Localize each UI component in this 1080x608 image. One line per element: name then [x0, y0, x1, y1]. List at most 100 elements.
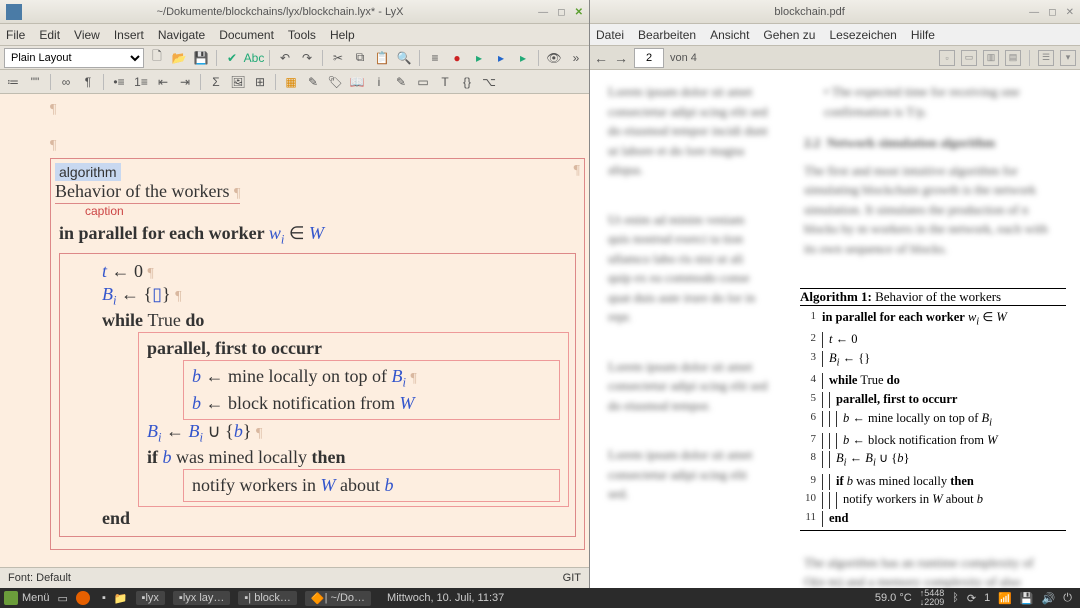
enum-icon[interactable]: 1≡ [132, 73, 150, 91]
menu-edit[interactable]: Edit [39, 28, 60, 42]
tb-app-do[interactable]: 🔶 | ~/Do… [305, 591, 371, 606]
pdf-page[interactable]: Lorem ipsum dolor sit amet consectetur a… [590, 70, 1080, 588]
cite-icon[interactable]: 📖 [348, 73, 366, 91]
bluetooth-icon[interactable]: ᛒ [952, 592, 959, 604]
updates-icon[interactable]: ⟳ [967, 592, 976, 605]
menu-navigate[interactable]: Navigate [158, 28, 205, 42]
tool-icon[interactable]: ▸ [470, 49, 488, 67]
tb-files[interactable]: 📁 [114, 592, 128, 605]
menu-hilfe[interactable]: Hilfe [911, 28, 935, 42]
dual-icon[interactable]: ▥ [983, 50, 999, 66]
float-icon[interactable]: ▭ [414, 73, 432, 91]
table-icon[interactable]: ⊞ [251, 73, 269, 91]
menu-datei[interactable]: Datei [596, 28, 624, 42]
list-icon[interactable]: ≔ [4, 73, 22, 91]
tool2-icon[interactable]: ▸ [492, 49, 510, 67]
tool3-icon[interactable]: ▸ [514, 49, 532, 67]
show-desktop-icon[interactable]: ▭ [58, 592, 68, 605]
spellcheck-icon[interactable]: ✔ [223, 49, 241, 67]
alg-line-2[interactable]: t ← 0 ¶ [102, 260, 569, 283]
bold-icon[interactable]: ● [448, 49, 466, 67]
menu-expand-icon[interactable]: ▾ [1060, 50, 1076, 66]
tb-app-lyx[interactable]: ▪ lyx [136, 591, 165, 605]
link-icon[interactable]: ∞ [57, 73, 75, 91]
alg-line-5[interactable]: parallel, first to occurr [147, 337, 560, 360]
alg-line-7[interactable]: b ← block notification from W [192, 392, 551, 415]
quote-icon[interactable]: "" [26, 73, 44, 91]
minimize-icon[interactable]: — [538, 7, 548, 18]
menu-bearbeiten[interactable]: Bearbeiten [638, 28, 696, 42]
menu-tools[interactable]: Tools [288, 28, 316, 42]
find-icon[interactable]: 🔍 [395, 49, 413, 67]
alg-line-11[interactable]: end [102, 507, 569, 530]
ref-icon[interactable]: ¶ [79, 73, 97, 91]
prev-page-icon[interactable]: ← [594, 50, 608, 66]
tb-app-lyx-lay[interactable]: ▪ lyx lay… [173, 591, 230, 605]
network-icon[interactable]: 📶 [998, 592, 1012, 605]
start-menu[interactable]: Menü [4, 591, 50, 605]
preview-icon[interactable]: 👁 [545, 49, 563, 67]
highlight-icon[interactable]: ✎ [304, 73, 322, 91]
menu-ansicht[interactable]: Ansicht [710, 28, 749, 42]
branch-icon[interactable]: ⌥ [480, 73, 498, 91]
img-icon[interactable]: 🖼 [229, 73, 247, 91]
more-icon[interactable]: » [567, 49, 585, 67]
redo-icon[interactable]: ↷ [298, 49, 316, 67]
math-icon[interactable]: Σ [207, 73, 225, 91]
ert-icon[interactable]: {} [458, 73, 476, 91]
menu-insert[interactable]: Insert [114, 28, 144, 42]
alg-line-3[interactable]: Bi ← {▯} ¶ [102, 283, 569, 310]
spellcheck2-icon[interactable]: Abc [245, 49, 263, 67]
maximize-icon[interactable]: ◻ [1048, 7, 1056, 18]
new-icon[interactable]: 🗋 [148, 49, 166, 67]
menu-gehenzu[interactable]: Gehen zu [763, 28, 815, 42]
layout-select[interactable]: Plain Layout [4, 48, 144, 68]
indent-left-icon[interactable]: ⇤ [154, 73, 172, 91]
index-icon[interactable]: i [370, 73, 388, 91]
menu-help[interactable]: Help [330, 28, 355, 42]
tb-firefox[interactable] [76, 591, 94, 605]
continuous-icon[interactable]: ▤ [1005, 50, 1021, 66]
bullets-icon[interactable]: •≡ [110, 73, 128, 91]
tb-clock[interactable]: Mittwoch, 10. Juli, 11:37 [387, 592, 504, 604]
copy-icon[interactable]: ⧉ [351, 49, 369, 67]
cut-icon[interactable]: ✂ [329, 49, 347, 67]
alg-line-4[interactable]: while True do [102, 309, 569, 332]
undo-icon[interactable]: ↶ [276, 49, 294, 67]
menu-lesezeichen[interactable]: Lesezeichen [829, 28, 896, 42]
fit-width-icon[interactable]: ▭ [961, 50, 977, 66]
volume-icon[interactable]: 🔊 [1042, 592, 1056, 605]
minimize-icon[interactable]: — [1029, 7, 1039, 18]
nav-icon[interactable]: ≡ [426, 49, 444, 67]
paste-icon[interactable]: 📋 [373, 49, 391, 67]
indent-right-icon[interactable]: ⇥ [176, 73, 194, 91]
alg-line-9[interactable]: if b was mined locally then [147, 446, 560, 469]
tex-icon[interactable]: T [436, 73, 454, 91]
float-label[interactable]: algorithm [55, 163, 121, 181]
alg-line-8[interactable]: Bi ← Bi ∪ {b} ¶ [147, 420, 560, 447]
alg-line-1[interactable]: in parallel for each worker wi ∈ W [59, 222, 576, 249]
note-icon[interactable]: ✎ [392, 73, 410, 91]
maximize-icon[interactable]: ◻ [557, 7, 565, 18]
save-icon[interactable]: 💾 [192, 49, 210, 67]
tb-terminal[interactable]: ▪ [102, 592, 106, 604]
fit-icon[interactable]: ▫ [939, 50, 955, 66]
next-page-icon[interactable]: → [614, 50, 628, 66]
box-icon[interactable]: ▦ [282, 73, 300, 91]
alg-line-10[interactable]: notify workers in W about b [192, 474, 551, 497]
alg-line-6[interactable]: b ← mine locally on top of Bi ¶ [192, 365, 551, 392]
sidebar-icon[interactable]: ☰ [1038, 50, 1054, 66]
power-icon[interactable]: ⏻ [1063, 592, 1072, 605]
algorithm-float[interactable]: algorithm ¶ Behavior of the workers ¶ ca… [50, 158, 585, 550]
open-icon[interactable]: 📂 [170, 49, 188, 67]
menu-document[interactable]: Document [219, 28, 274, 42]
page-input[interactable] [634, 48, 664, 68]
close-icon[interactable]: ✕ [575, 7, 583, 18]
workspace-indicator[interactable]: 1 [984, 592, 990, 604]
lyx-editor[interactable]: ¶ ¶ algorithm ¶ Behavior of the workers … [0, 94, 589, 568]
label-icon[interactable]: 🏷 [326, 73, 344, 91]
menu-file[interactable]: File [6, 28, 25, 42]
hdd-icon[interactable]: 💾 [1020, 592, 1034, 605]
menu-view[interactable]: View [74, 28, 100, 42]
close-icon[interactable]: ✕ [1066, 7, 1074, 18]
